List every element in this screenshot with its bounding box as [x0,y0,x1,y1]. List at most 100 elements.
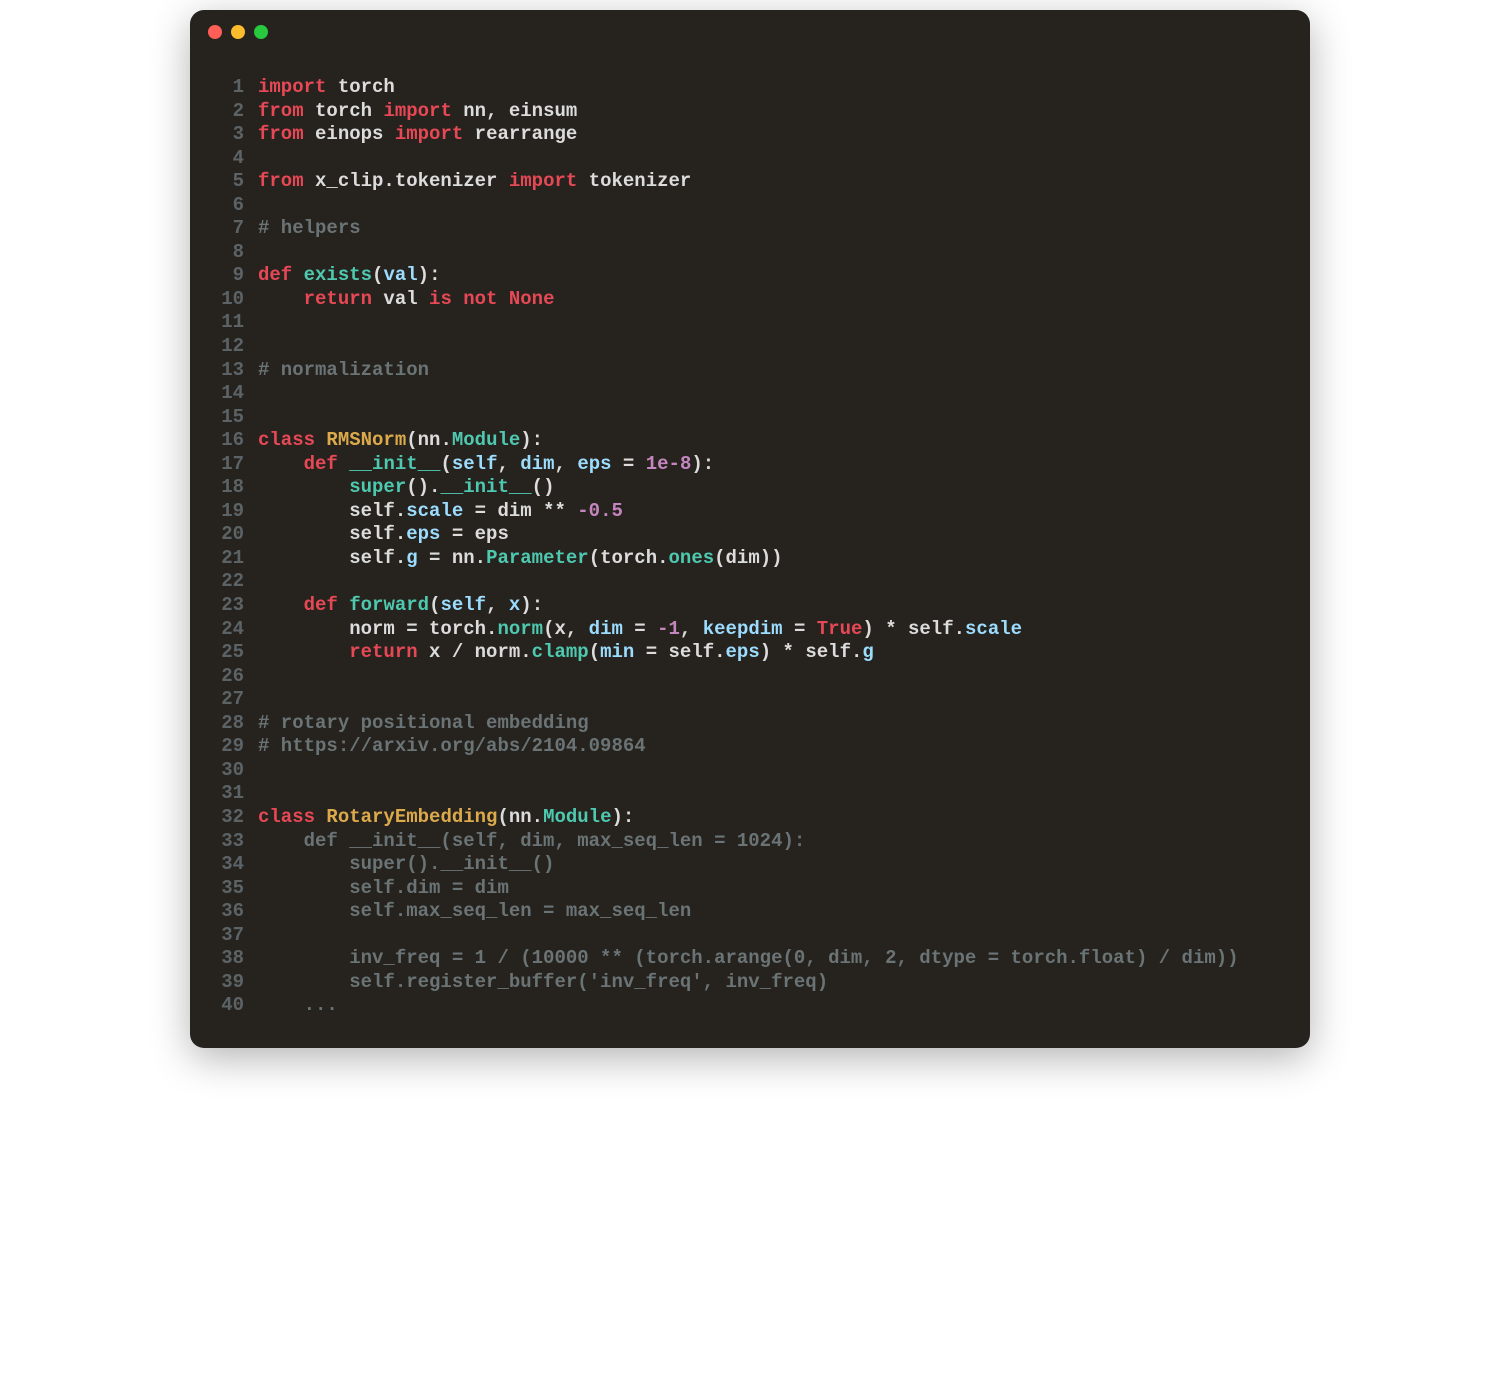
line-number: 37 [210,924,244,948]
code-content: import torch [258,76,395,100]
code-content: norm = torch.norm(x, dim = -1, keepdim =… [258,618,1022,642]
line-number: 27 [210,688,244,712]
close-icon[interactable] [208,25,222,39]
code-content: return x / norm.clamp(min = self.eps) * … [258,641,874,665]
code-line[interactable]: 13 # normalization [210,359,1290,383]
code-content: self.max_seq_len = max_seq_len [258,900,691,924]
line-number: 16 [210,429,244,453]
code-line[interactable]: 37 [210,924,1290,948]
code-content: # https://arxiv.org/abs/2104.09864 [258,735,646,759]
line-number: 22 [210,570,244,594]
code-line[interactable]: 9 def exists(val): [210,264,1290,288]
line-number: 18 [210,476,244,500]
code-line[interactable]: 10 return val is not None [210,288,1290,312]
window-titlebar [190,10,1310,54]
line-number: 6 [210,194,244,218]
code-content: return val is not None [258,288,554,312]
code-line[interactable]: 19 self.scale = dim ** -0.5 [210,500,1290,524]
code-line[interactable]: 25 return x / norm.clamp(min = self.eps)… [210,641,1290,665]
code-line[interactable]: 34 super().__init__() [210,853,1290,877]
code-line[interactable]: 39 self.register_buffer('inv_freq', inv_… [210,971,1290,995]
code-line[interactable]: 14 [210,382,1290,406]
code-line[interactable]: 12 [210,335,1290,359]
code-content: self.g = nn.Parameter(torch.ones(dim)) [258,547,783,571]
code-line[interactable]: 32class RotaryEmbedding(nn.Module): [210,806,1290,830]
code-content: def exists(val): [258,264,440,288]
code-line[interactable]: 31 [210,782,1290,806]
code-content: ... [258,994,338,1018]
code-line[interactable]: 15 [210,406,1290,430]
code-line[interactable]: 20 self.eps = eps [210,523,1290,547]
code-line[interactable]: 28# rotary positional embedding [210,712,1290,736]
code-line[interactable]: 23 def forward(self, x): [210,594,1290,618]
line-number: 13 [210,359,244,383]
line-number: 14 [210,382,244,406]
code-line[interactable]: 3 from einops import rearrange [210,123,1290,147]
code-content: self.scale = dim ** -0.5 [258,500,623,524]
code-content [258,382,269,406]
code-content: class RMSNorm(nn.Module): [258,429,543,453]
code-content [258,311,269,335]
code-content [258,147,269,171]
code-content: # normalization [258,359,429,383]
code-line[interactable]: 22 [210,570,1290,594]
code-line[interactable]: 8 [210,241,1290,265]
line-number: 20 [210,523,244,547]
code-line[interactable]: 26 [210,665,1290,689]
line-number: 23 [210,594,244,618]
line-number: 4 [210,147,244,171]
code-content [258,194,269,218]
code-editor[interactable]: 1import torch2from torch import nn, eins… [190,54,1310,1048]
line-number: 31 [210,782,244,806]
code-line[interactable]: 4 [210,147,1290,171]
line-number: 40 [210,994,244,1018]
code-line[interactable]: 5from x_clip.tokenizer import tokenizer [210,170,1290,194]
code-content: from einops import rearrange [258,123,577,147]
code-line[interactable]: 17 def __init__(self, dim, eps = 1e-8): [210,453,1290,477]
code-line[interactable]: 21 self.g = nn.Parameter(torch.ones(dim)… [210,547,1290,571]
minimize-icon[interactable] [231,25,245,39]
code-content [258,782,269,806]
line-number: 36 [210,900,244,924]
code-line[interactable]: 11 [210,311,1290,335]
line-number: 12 [210,335,244,359]
code-line[interactable]: 24 norm = torch.norm(x, dim = -1, keepdi… [210,618,1290,642]
code-content: from x_clip.tokenizer import tokenizer [258,170,691,194]
line-number: 38 [210,947,244,971]
line-number: 19 [210,500,244,524]
code-line[interactable]: 35 self.dim = dim [210,877,1290,901]
line-number: 8 [210,241,244,265]
code-line[interactable]: 36 self.max_seq_len = max_seq_len [210,900,1290,924]
code-content: def __init__(self, dim, eps = 1e-8): [258,453,714,477]
code-content [258,924,269,948]
code-content: inv_freq = 1 / (10000 ** (torch.arange(0… [258,947,1239,971]
line-number: 21 [210,547,244,571]
line-number: 28 [210,712,244,736]
line-number: 3 [210,123,244,147]
code-line[interactable]: 27 [210,688,1290,712]
line-number: 9 [210,264,244,288]
code-content [258,570,269,594]
code-content [258,759,269,783]
code-content: super().__init__() [258,853,554,877]
code-line[interactable]: 7# helpers [210,217,1290,241]
code-line[interactable]: 18 super().__init__() [210,476,1290,500]
code-line[interactable]: 33 def __init__(self, dim, max_seq_len =… [210,830,1290,854]
code-line[interactable]: 1import torch [210,76,1290,100]
code-line[interactable]: 6 [210,194,1290,218]
line-number: 32 [210,806,244,830]
line-number: 7 [210,217,244,241]
line-number: 24 [210,618,244,642]
code-line[interactable]: 40 ... [210,994,1290,1018]
line-number: 17 [210,453,244,477]
code-line[interactable]: 38 inv_freq = 1 / (10000 ** (torch.arang… [210,947,1290,971]
code-content [258,335,269,359]
maximize-icon[interactable] [254,25,268,39]
code-content [258,406,269,430]
line-number: 29 [210,735,244,759]
code-line[interactable]: 29 # https://arxiv.org/abs/2104.09864 [210,735,1290,759]
code-line[interactable]: 16 class RMSNorm(nn.Module): [210,429,1290,453]
code-content: def forward(self, x): [258,594,543,618]
code-line[interactable]: 2from torch import nn, einsum [210,100,1290,124]
code-line[interactable]: 30 [210,759,1290,783]
